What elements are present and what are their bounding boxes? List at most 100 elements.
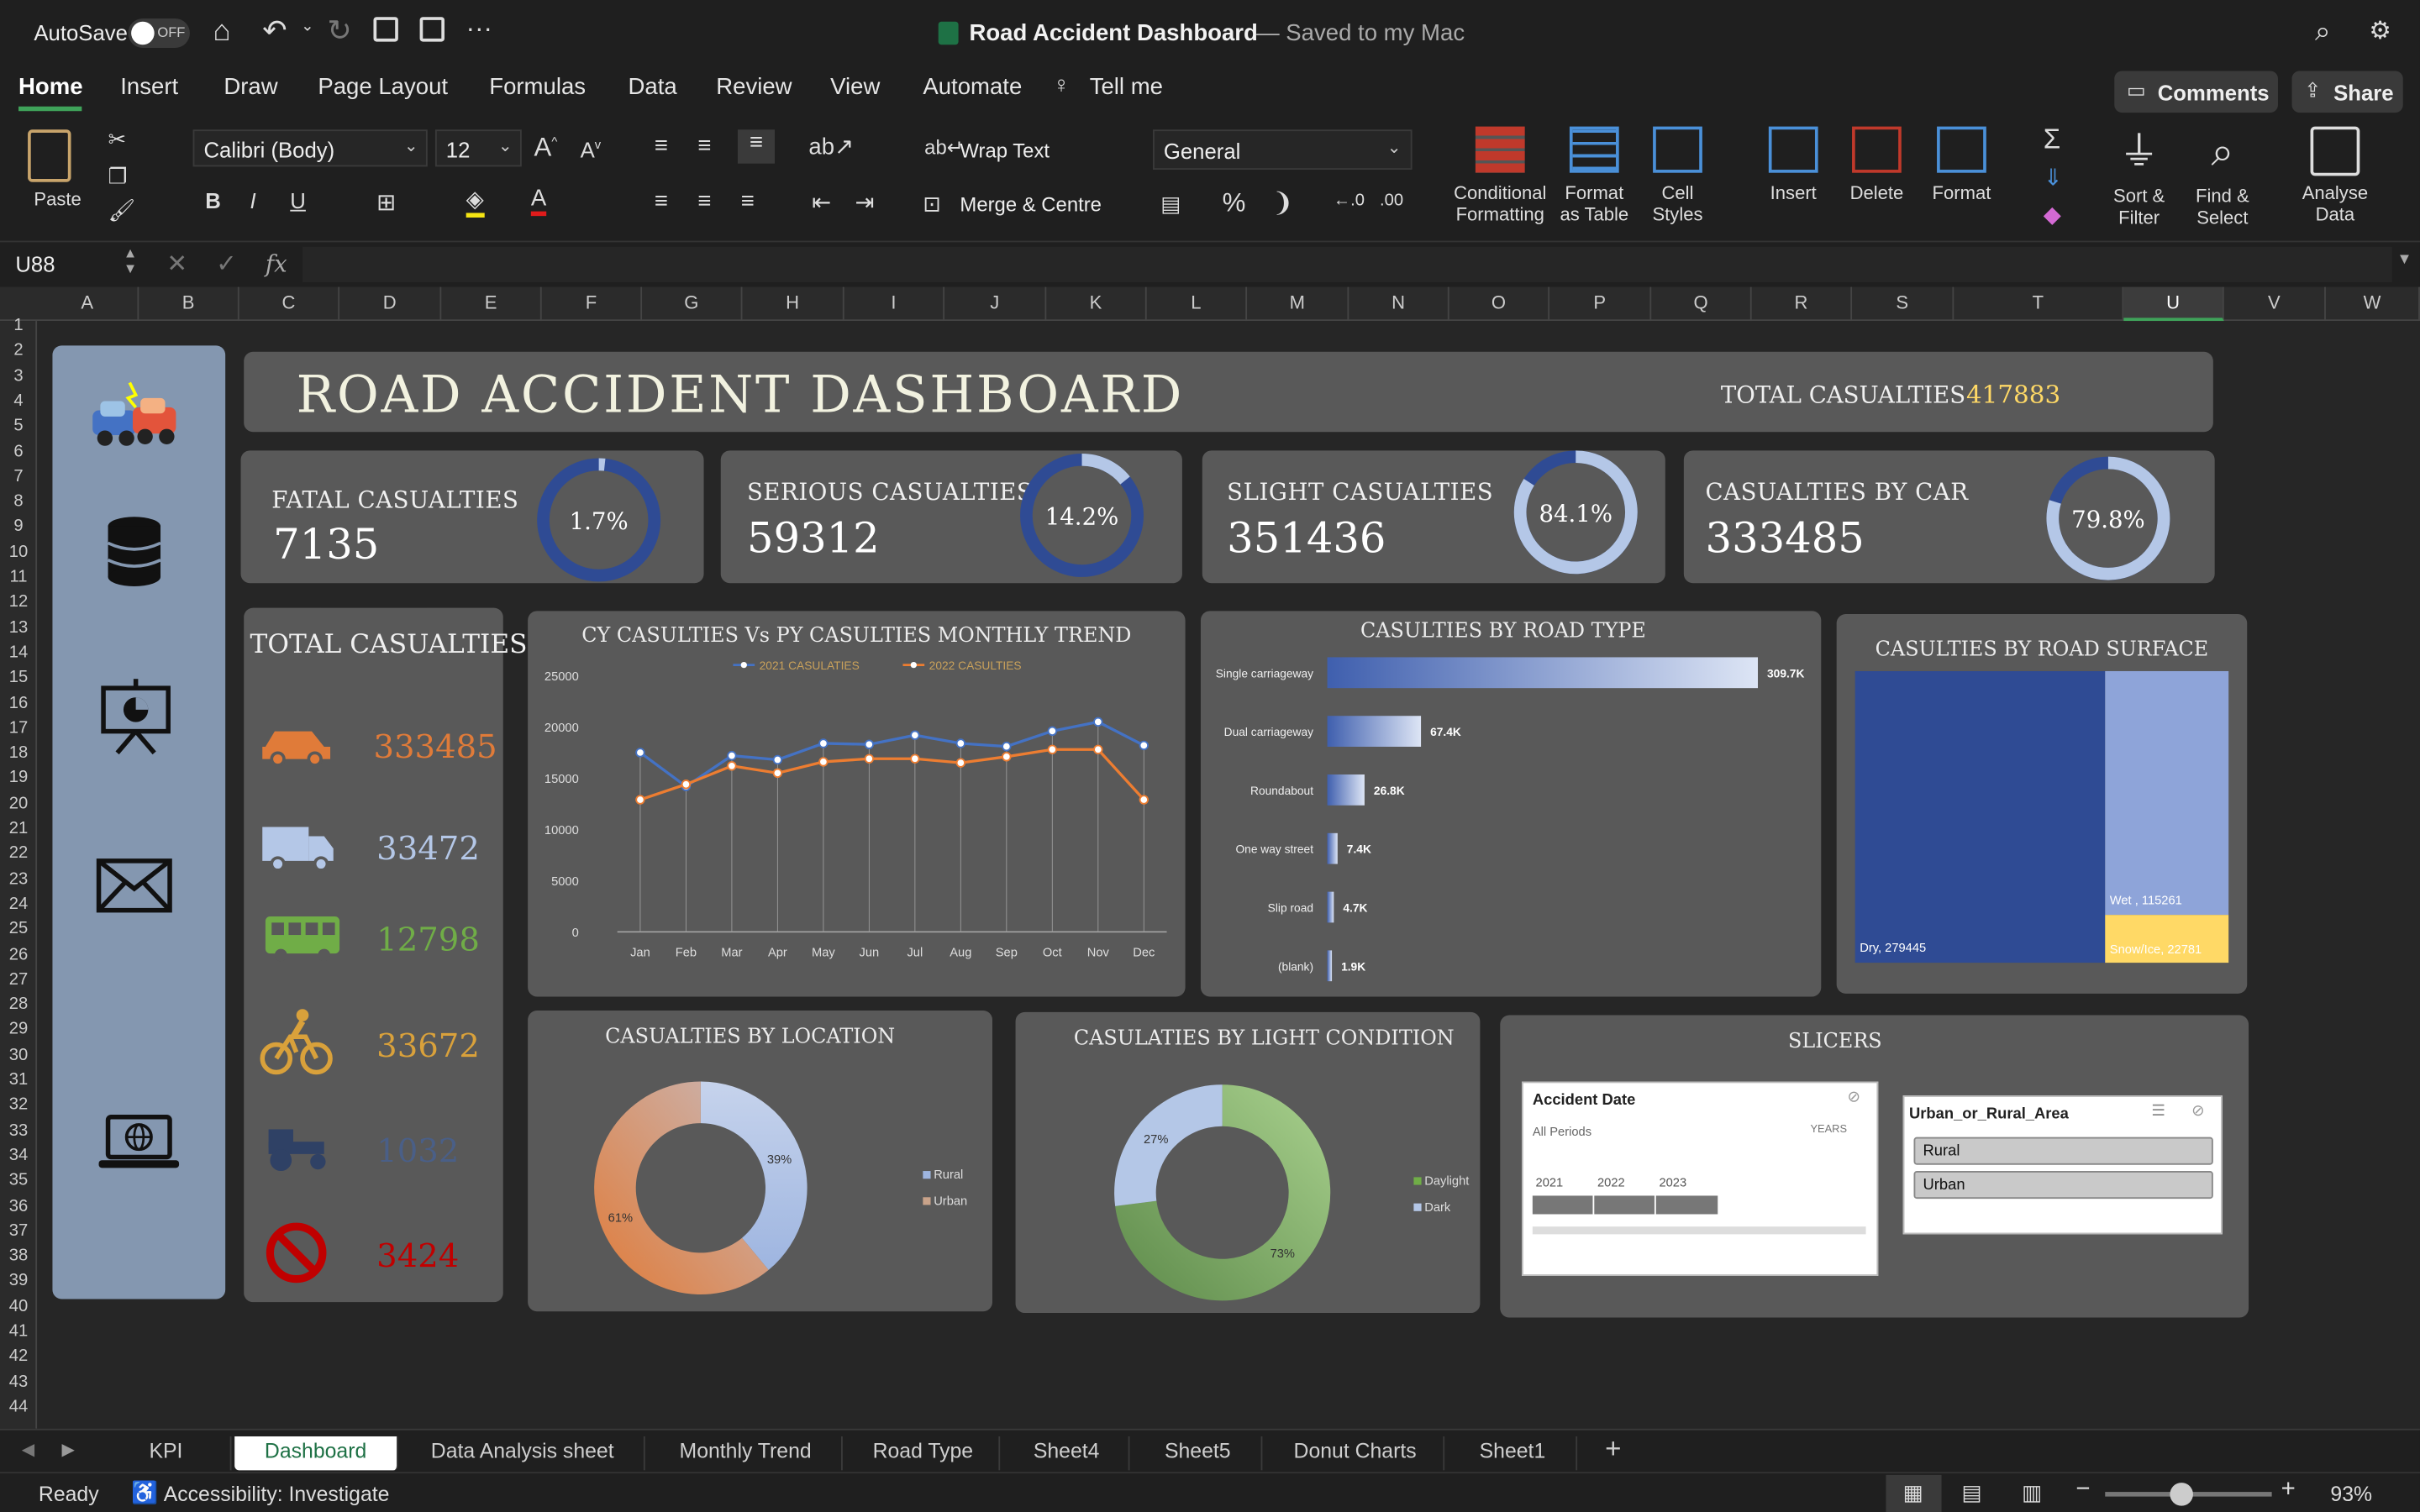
column-header-i[interactable]: I [844, 286, 945, 322]
row-header-12[interactable]: 12 [0, 590, 37, 614]
row-header-39[interactable]: 39 [0, 1268, 37, 1293]
mail-icon[interactable] [96, 858, 173, 913]
column-header-n[interactable]: N [1349, 286, 1449, 322]
column-header-v[interactable]: V [2224, 286, 2326, 322]
italic-icon[interactable]: I [250, 188, 256, 213]
row-header-43[interactable]: 43 [0, 1369, 37, 1394]
column-header-q[interactable]: Q [1651, 286, 1752, 322]
row-header-35[interactable]: 35 [0, 1168, 37, 1193]
sort-filter-button[interactable]: ⏚ Sort & Filter [2102, 127, 2176, 228]
sheet-tab-sheet5[interactable]: Sheet5 [1134, 1436, 1263, 1471]
row-header-31[interactable]: 31 [0, 1068, 37, 1092]
column-header-j[interactable]: J [944, 286, 1047, 322]
row-header-2[interactable]: 2 [0, 339, 37, 363]
comma-icon[interactable]: ❩ [1271, 188, 1293, 219]
worksheet[interactable]: ROAD ACCIDENT DASHBOARD TOTAL CASUALTIES… [39, 323, 2420, 1429]
align-left-icon[interactable]: ≡ [655, 188, 668, 214]
row-header-18[interactable]: 18 [0, 741, 37, 765]
underline-icon[interactable]: U [290, 188, 306, 213]
cancel-icon[interactable]: ✕ [166, 249, 187, 280]
tab-page-layout[interactable]: Page Layout [318, 74, 448, 100]
row-header-7[interactable]: 7 [0, 464, 37, 488]
row-header-20[interactable]: 20 [0, 791, 37, 816]
decrease-indent-icon[interactable]: ⇤ [812, 188, 831, 216]
bold-icon[interactable]: B [205, 188, 221, 213]
tab-formulas[interactable]: Formulas [489, 74, 586, 100]
row-header-17[interactable]: 17 [0, 716, 37, 740]
row-header-27[interactable]: 27 [0, 967, 37, 991]
find-select-button[interactable]: ⌕ Find & Select [2186, 127, 2260, 228]
laptop-globe-icon[interactable] [96, 1114, 182, 1173]
zoom-in-icon[interactable]: + [2281, 1477, 2296, 1504]
timeline-scrollbar[interactable] [1532, 1226, 1866, 1235]
formula-input[interactable] [302, 246, 2392, 283]
row-header-9[interactable]: 9 [0, 514, 37, 538]
name-box[interactable]: U88 [15, 251, 55, 276]
row-header-22[interactable]: 22 [0, 842, 37, 866]
accessibility-status[interactable]: Accessibility: Investigate [164, 1483, 390, 1506]
expand-formula-icon[interactable]: ▼ [2396, 251, 2412, 268]
tell-me[interactable]: Tell me [1090, 74, 1163, 100]
analyse-data-button[interactable]: Analyse Data [2293, 126, 2376, 225]
format-as-table-button[interactable]: Format as Table [1553, 126, 1636, 225]
column-header-h[interactable]: H [742, 286, 844, 322]
align-right-icon[interactable]: ≡ [741, 188, 755, 214]
row-header-15[interactable]: 15 [0, 665, 37, 690]
row-header-38[interactable]: 38 [0, 1244, 37, 1268]
row-header-29[interactable]: 29 [0, 1017, 37, 1042]
percent-icon[interactable]: % [1223, 188, 1246, 219]
increase-font-icon[interactable]: A^ [534, 133, 557, 164]
column-header-p[interactable]: P [1549, 286, 1652, 322]
increase-decimal-icon[interactable]: ←.0 [1334, 192, 1365, 210]
tab-review[interactable]: Review [716, 74, 792, 100]
clear-filter-icon[interactable]: ⊘ [2191, 1103, 2204, 1120]
column-header-e[interactable]: E [441, 286, 542, 322]
wrap-text-button[interactable]: Wrap Text [960, 139, 1050, 162]
row-header-21[interactable]: 21 [0, 816, 37, 841]
tab-home[interactable]: Home [18, 74, 83, 100]
autosum-icon[interactable]: Σ [2044, 123, 2060, 156]
row-header-6[interactable]: 6 [0, 439, 37, 464]
enter-icon[interactable]: ✓ [216, 249, 237, 280]
zoom-slider[interactable] [2105, 1483, 2272, 1506]
font-size-dropdown[interactable]: 12 ⌄ [434, 129, 522, 167]
accessibility-icon[interactable]: ♿ [131, 1479, 158, 1505]
row-header-33[interactable]: 33 [0, 1118, 37, 1142]
row-header-30[interactable]: 30 [0, 1042, 37, 1067]
conditional-formatting-button[interactable]: Conditional Formatting [1448, 126, 1553, 225]
row-header-32[interactable]: 32 [0, 1093, 37, 1117]
copy-icon[interactable]: ❐ [108, 164, 128, 190]
row-header-41[interactable]: 41 [0, 1319, 37, 1343]
row-header-8[interactable]: 8 [0, 489, 37, 513]
row-header-26[interactable]: 26 [0, 942, 37, 966]
undo-dropdown-icon[interactable]: ⌄ [301, 18, 313, 35]
font-color-icon[interactable]: A [530, 185, 547, 217]
row-header-44[interactable]: 44 [0, 1394, 37, 1419]
sheet-tab-monthly-trend[interactable]: Monthly Trend [650, 1436, 843, 1471]
row-header-40[interactable]: 40 [0, 1294, 37, 1318]
column-header-u[interactable]: U [2123, 286, 2224, 322]
sheet-tab-dashboard[interactable]: Dashboard [234, 1436, 398, 1471]
row-header-42[interactable]: 42 [0, 1344, 37, 1368]
row-header-28[interactable]: 28 [0, 992, 37, 1016]
delete-cells-button[interactable]: Delete [1839, 126, 1913, 203]
column-header-r[interactable]: R [1752, 286, 1853, 322]
undo-icon[interactable]: ↶ [262, 14, 287, 50]
years-dropdown[interactable]: YEARS [1810, 1125, 1847, 1136]
zoom-thumb[interactable] [2170, 1483, 2193, 1506]
cell-styles-button[interactable]: Cell Styles [1639, 126, 1717, 225]
row-header-36[interactable]: 36 [0, 1194, 37, 1218]
zoom-out-icon[interactable]: − [2075, 1477, 2090, 1504]
sheet-tab-road-type[interactable]: Road Type [847, 1436, 1001, 1471]
timeline-bar-2021[interactable] [1532, 1195, 1593, 1215]
autosave-toggle[interactable]: OFF [128, 18, 190, 48]
clear-icon[interactable]: ◆ [2044, 201, 2061, 228]
row-header-19[interactable]: 19 [0, 766, 37, 790]
tab-view[interactable]: View [830, 74, 880, 100]
home-icon[interactable]: ⌂ [213, 15, 230, 49]
row-header-14[interactable]: 14 [0, 640, 37, 664]
column-header-f[interactable]: F [542, 286, 643, 322]
database-icon[interactable] [105, 515, 164, 589]
tab-data[interactable]: Data [629, 74, 677, 100]
row-header-24[interactable]: 24 [0, 891, 37, 916]
